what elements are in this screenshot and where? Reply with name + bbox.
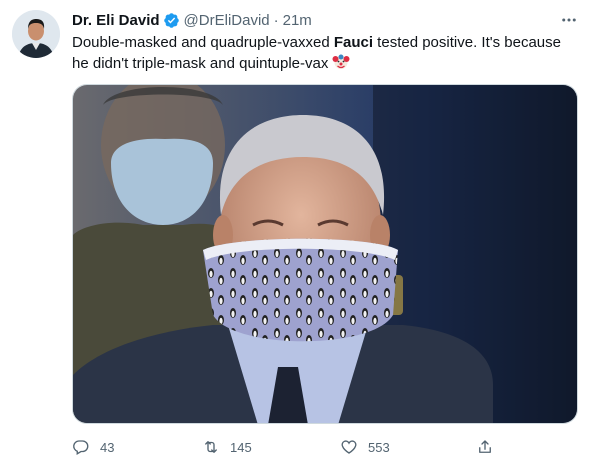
tweet-photo[interactable] (72, 84, 578, 424)
header-separator: · (273, 11, 279, 29)
avatar[interactable] (12, 10, 60, 58)
tweet-text: Double-masked and quadruple-vaxxed Fauci… (72, 33, 572, 74)
retweet-count: 145 (230, 439, 252, 455)
reply-button[interactable]: 43 (72, 436, 114, 458)
tweet-text-bold: Fauci (333, 34, 374, 51)
share-icon (476, 438, 494, 456)
like-count: 553 (368, 439, 390, 455)
author-name[interactable]: Dr. Eli David (72, 12, 160, 29)
reply-count: 43 (100, 439, 115, 455)
heart-icon (340, 438, 358, 456)
tweet-actions: 43 145 553 (72, 436, 502, 458)
photo-image (73, 85, 577, 423)
more-dots-icon (562, 18, 576, 22)
more-options-button[interactable] (554, 10, 584, 30)
share-button[interactable] (476, 436, 494, 458)
author-handle[interactable]: @DrEliDavid (184, 12, 270, 29)
clown-face-emoji-icon (332, 53, 350, 71)
tweet-text-part-1: Double-masked and quadruple-vaxxed (72, 34, 334, 51)
retweet-button[interactable]: 145 (202, 436, 252, 458)
tweet-timestamp[interactable]: 21m (283, 12, 312, 29)
avatar-photo (12, 10, 60, 58)
verified-badge-icon (163, 12, 180, 29)
retweet-icon (202, 438, 220, 456)
reply-icon (72, 438, 90, 456)
like-button[interactable]: 553 (340, 436, 390, 458)
tweet-header: Dr. Eli David @DrEliDavid · 21m (72, 10, 312, 30)
tweet-card[interactable]: Dr. Eli David @DrEliDavid · 21m Double-m… (0, 0, 598, 468)
